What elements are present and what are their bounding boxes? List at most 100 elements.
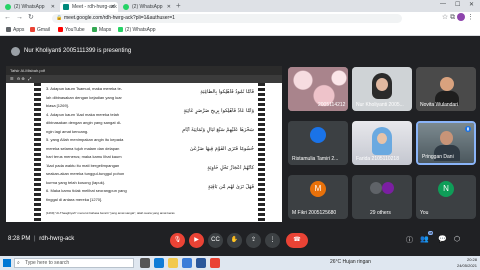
translation-line: 5. yang Allah menimpakan angin itu kepad… bbox=[46, 137, 124, 142]
pdf-viewer-titlebar: Tafsir Al-Misbah.pdf bbox=[6, 66, 282, 75]
close-tab-icon[interactable]: ✕ bbox=[111, 2, 115, 12]
participant-tile[interactable]: Nur Kholiyanti 2005... bbox=[352, 67, 412, 111]
people-icon[interactable]: 👥 bbox=[420, 235, 429, 243]
captions-icon[interactable]: CC bbox=[208, 233, 223, 248]
new-tab-button[interactable]: + bbox=[176, 1, 181, 10]
edge-icon[interactable] bbox=[153, 258, 164, 268]
person-face bbox=[377, 133, 387, 144]
speaking-indicator-icon: ▮ bbox=[465, 126, 471, 132]
back-icon[interactable]: ← bbox=[4, 13, 11, 23]
word-icon[interactable] bbox=[195, 258, 206, 268]
self-tile[interactable]: N You bbox=[416, 175, 476, 219]
translation-line: seakan-akan mereka tunggul-tunggul pohon bbox=[46, 171, 125, 176]
close-tab-icon[interactable]: ✕ bbox=[167, 2, 171, 12]
star-icon[interactable]: ☆ bbox=[442, 14, 448, 21]
bookmark-gmail[interactable]: Gmail bbox=[30, 24, 50, 36]
taskbar-search-field[interactable]: ⌕ Type here to search bbox=[14, 258, 134, 268]
bookmarks-bar: Apps Gmail YouTube Maps (2) WhatsApp bbox=[0, 24, 480, 36]
mic-off-icon[interactable]: 🎙 bbox=[170, 233, 185, 248]
translation-line: ngin lagi amat kencang. bbox=[46, 128, 89, 134]
participant-tile[interactable]: Ristamulia Tamiri 2... bbox=[288, 121, 348, 165]
apps-grid-icon bbox=[6, 27, 11, 33]
arabic-verse: سَخَّرَهَا عَلَيْهِمْ سَبْعَ لَيَالٍ وَث… bbox=[182, 127, 254, 133]
windows-start-icon[interactable] bbox=[3, 259, 11, 267]
translation-line: 'Aad pada waktu itu mati bergelimpangan bbox=[46, 162, 120, 168]
person-face bbox=[440, 131, 453, 145]
task-view-icon[interactable] bbox=[140, 258, 150, 268]
participant-tile-active-speaker[interactable]: ▮ Pringgan Dani bbox=[416, 121, 476, 165]
toolbar-icons: ☆ ⧉ ⋮ bbox=[442, 13, 474, 22]
participant-tile[interactable]: Novita Wulandari bbox=[416, 67, 476, 111]
maximize-icon[interactable]: ☐ bbox=[455, 1, 460, 8]
clock-date: 24/05/2021 bbox=[456, 263, 477, 268]
window-close-icon[interactable]: ✕ bbox=[469, 1, 474, 8]
bookmark-maps[interactable]: Maps bbox=[92, 24, 111, 36]
meet-control-bar: 8:28 PM | rdh-hwrg-ack 🎙 ▶ CC ✋ ⇪ ⋮ ☎ ⓘ … bbox=[0, 226, 480, 256]
browser-tab-strip: (2) WhatsApp ✕ Meet - rdh-hwrg-ack ✕ (2)… bbox=[0, 0, 480, 12]
url-text: meet.google.com/rdh-hwrg-ack?pli=1&authu… bbox=[64, 15, 175, 21]
tab-whatsapp-2[interactable]: (2) WhatsApp ✕ bbox=[120, 2, 174, 12]
arabic-verse: كَأَنَّهُمْ أَعْجَازُ نَخْلٍ خَاوِيَةٍ bbox=[207, 165, 254, 171]
reload-icon[interactable]: ↻ bbox=[28, 13, 34, 23]
bookmark-whatsapp[interactable]: (2) WhatsApp bbox=[118, 24, 156, 36]
translation-line: lah dibinasakan dengan kejadian yang lua… bbox=[46, 94, 122, 100]
participant-name: Novita Wulandari bbox=[420, 102, 458, 108]
participant-name: M Fikri 2005125680 bbox=[292, 210, 337, 216]
person-face bbox=[440, 77, 454, 91]
shared-screen[interactable]: Tafsir Al-Misbah.pdf ☰ ⊖ ⊕ ⤢ 3. Adapun k… bbox=[6, 66, 282, 222]
present-icon[interactable]: ⇪ bbox=[246, 233, 261, 248]
search-placeholder: Type here to search bbox=[25, 260, 70, 266]
arabic-verse: حُسُومًا فَتَرَى الْقَوْمَ فِيهَا صَرْعَ… bbox=[189, 146, 254, 152]
participant-tile[interactable]: Farida 2105110218 bbox=[352, 121, 412, 165]
page-border-ornament bbox=[258, 83, 265, 222]
more-options-icon[interactable]: ⋮ bbox=[265, 233, 280, 248]
meeting-time: 8:28 PM bbox=[8, 236, 31, 242]
info-icon[interactable]: ⓘ bbox=[406, 235, 413, 245]
arabic-verse: وَأَمَّا عَادٌ فَأُهْلِكُوا بِرِيحٍ صَرْ… bbox=[183, 108, 255, 114]
store-icon[interactable] bbox=[181, 258, 192, 268]
bookmark-youtube[interactable]: YouTube bbox=[58, 24, 85, 36]
footnote: [1269] "Al-Thaaghiyah" menurut bahasa be… bbox=[46, 211, 175, 215]
url-field[interactable]: 🔒 meet.google.com/rdh-hwrg-ack?pli=1&aut… bbox=[52, 14, 402, 23]
extensions-icon[interactable]: ⧉ bbox=[450, 14, 455, 21]
taskbar-apps bbox=[140, 258, 222, 268]
close-tab-icon[interactable]: ✕ bbox=[51, 2, 55, 12]
participant-name: Pringgan Dani bbox=[422, 154, 454, 160]
others-tile[interactable]: 29 others bbox=[352, 175, 412, 219]
people-count-badge: 38 bbox=[428, 231, 434, 235]
tab-label: (2) WhatsApp bbox=[14, 4, 45, 10]
participant-name: Farida 2105110218 bbox=[356, 156, 399, 162]
camera-off-icon[interactable]: ▶ bbox=[189, 233, 204, 248]
participant-tile[interactable]: M M Fikri 2005125680 bbox=[288, 175, 348, 219]
youtube-icon bbox=[58, 27, 63, 33]
meeting-time-and-code: 8:28 PM | rdh-hwrg-ack bbox=[8, 236, 75, 242]
participant-name: You bbox=[420, 210, 429, 216]
translation-line: kurma yang telah kosong (lapuk). bbox=[46, 179, 106, 185]
participant-name: Ristamulia Tamiri 2... bbox=[292, 156, 339, 162]
address-bar-row: ← → ↻ 🔒 meet.google.com/rdh-hwrg-ack?pli… bbox=[0, 12, 480, 24]
whatsapp-icon bbox=[5, 4, 11, 10]
bookmark-apps[interactable]: Apps bbox=[6, 24, 24, 36]
minimize-icon[interactable]: — bbox=[440, 1, 446, 7]
leave-call-icon[interactable]: ☎ bbox=[286, 233, 308, 248]
chrome-icon[interactable] bbox=[209, 258, 220, 268]
chat-icon[interactable]: 💬 bbox=[438, 235, 447, 243]
translation-line: biasa [1269]. bbox=[46, 103, 69, 108]
raise-hand-icon[interactable]: ✋ bbox=[227, 233, 242, 248]
participant-avatar bbox=[310, 127, 326, 143]
participant-avatar: M bbox=[310, 181, 326, 197]
activities-icon[interactable]: ⬡ bbox=[454, 235, 460, 243]
weather-widget[interactable]: 26°C Hujan ringan bbox=[330, 259, 371, 265]
self-avatar: N bbox=[438, 181, 454, 197]
profile-avatar[interactable] bbox=[457, 13, 466, 22]
participant-name: 2005114212 bbox=[318, 102, 346, 108]
participant-tile[interactable]: 2005114212 bbox=[288, 67, 348, 111]
tab-whatsapp-1[interactable]: (2) WhatsApp ✕ bbox=[2, 2, 58, 12]
menu-icon[interactable]: ⋮ bbox=[467, 14, 474, 21]
tab-meet[interactable]: Meet - rdh-hwrg-ack ✕ bbox=[60, 2, 118, 12]
file-explorer-icon[interactable] bbox=[167, 258, 178, 268]
whatsapp-icon bbox=[123, 4, 129, 10]
forward-icon[interactable]: → bbox=[16, 13, 23, 23]
os-taskbar: ⌕ Type here to search 26°C Hujan ringan … bbox=[0, 256, 480, 270]
system-clock[interactable]: 20:28 24/05/2021 bbox=[457, 257, 477, 269]
